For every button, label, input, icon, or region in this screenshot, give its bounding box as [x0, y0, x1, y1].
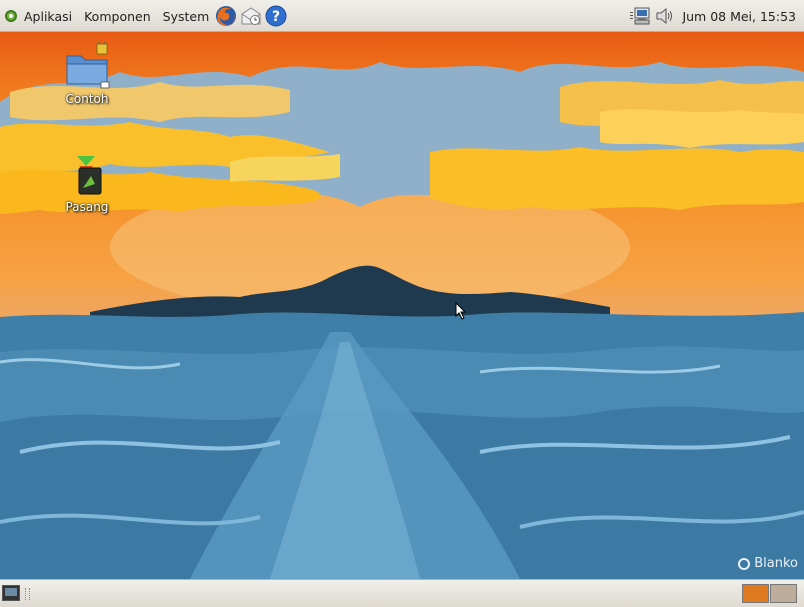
installer-icon	[77, 156, 102, 195]
ubuntu-logo-icon	[5, 10, 17, 22]
clock[interactable]: Jum 08 Mei, 15:53	[682, 9, 796, 24]
show-desktop-icon[interactable]	[2, 585, 20, 601]
desktop[interactable]: Contoh Pasang Blanko	[0, 32, 804, 579]
main-menu: Aplikasi Komponen System ?	[0, 0, 290, 32]
desktop-icon-label: Pasang	[65, 200, 109, 214]
brand-logo-icon	[738, 557, 751, 570]
mail-icon[interactable]	[240, 5, 262, 27]
volume-icon[interactable]	[654, 6, 676, 26]
mouse-pointer-icon	[455, 302, 467, 320]
panel-handle[interactable]	[25, 588, 30, 600]
svg-text:?: ?	[272, 9, 280, 25]
system-tray: Jum 08 Mei, 15:53	[626, 0, 804, 32]
menu-system[interactable]: System	[163, 9, 210, 24]
menu-komponen[interactable]: Komponen	[84, 9, 151, 24]
menu-aplikasi[interactable]: Aplikasi	[24, 9, 72, 24]
desktop-icon-pasang[interactable]: Pasang	[47, 154, 127, 214]
brand-watermark: Blanko	[738, 556, 798, 571]
bottom-panel	[0, 579, 804, 607]
workspace-2[interactable]	[770, 584, 797, 603]
help-icon[interactable]: ?	[265, 5, 287, 27]
wallpaper	[0, 62, 804, 579]
desktop-icon-label: Contoh	[65, 92, 109, 106]
network-icon[interactable]	[629, 6, 651, 26]
folder-icon	[66, 42, 110, 89]
firefox-icon[interactable]	[215, 5, 237, 27]
top-panel: Aplikasi Komponen System ? Jum 08 Mei, 1…	[0, 0, 804, 32]
workspace-1[interactable]	[742, 584, 769, 603]
desktop-icon-contoh[interactable]: Contoh	[47, 42, 127, 106]
brand-text: Blanko	[754, 556, 798, 571]
